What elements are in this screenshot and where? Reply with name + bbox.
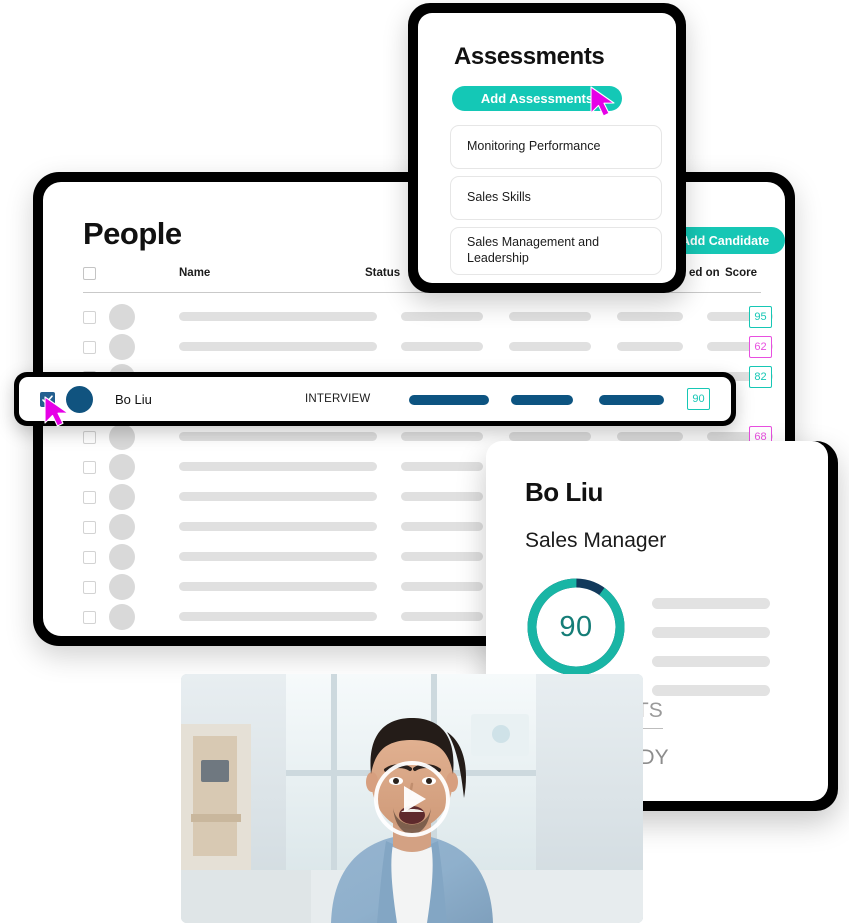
pointer-cursor-row-select bbox=[43, 395, 73, 434]
cell-placeholder-bar bbox=[617, 312, 683, 321]
avatar bbox=[109, 454, 135, 480]
cell-placeholder-bar bbox=[179, 492, 377, 501]
row-checkbox[interactable] bbox=[83, 461, 96, 474]
row-data-bar bbox=[599, 395, 664, 405]
row-checkbox[interactable] bbox=[83, 551, 96, 564]
cell-placeholder-bar bbox=[401, 522, 483, 531]
assessment-item-label: Monitoring Performance bbox=[467, 139, 601, 154]
cell-placeholder-bar bbox=[617, 432, 683, 441]
selected-row-frame: Bo Liu INTERVIEW 90 bbox=[14, 372, 736, 426]
cursor-arrow-icon bbox=[44, 396, 69, 427]
row-data-bar bbox=[409, 395, 489, 405]
cell-placeholder-bar bbox=[179, 582, 377, 591]
cell-placeholder-bar bbox=[509, 432, 591, 441]
row-checkbox[interactable] bbox=[83, 311, 96, 324]
cell-placeholder-bar bbox=[617, 342, 683, 351]
cell-placeholder-bar bbox=[401, 432, 483, 441]
cell-placeholder-bar bbox=[179, 462, 377, 471]
assessments-panel: Assessments Add Assessments Monitoring P… bbox=[418, 13, 676, 283]
cell-placeholder-bar bbox=[179, 522, 377, 531]
assessment-item-label: Sales Management and Leadership bbox=[467, 235, 600, 265]
row-candidate-name: Bo Liu bbox=[115, 392, 152, 407]
column-header-status[interactable]: Status bbox=[365, 267, 400, 279]
cell-placeholder-bar bbox=[179, 612, 377, 621]
cell-placeholder-bar bbox=[179, 432, 377, 441]
detail-placeholder-line bbox=[652, 656, 770, 667]
avatar bbox=[109, 514, 135, 540]
cell-placeholder-bar bbox=[401, 342, 483, 351]
assessment-item-2[interactable]: Sales Management and Leadership bbox=[450, 227, 662, 275]
score-badge[interactable]: 95 bbox=[749, 306, 772, 328]
cell-placeholder-bar bbox=[401, 462, 483, 471]
score-badge[interactable]: 62 bbox=[749, 336, 772, 358]
column-header-score[interactable]: Score bbox=[725, 267, 757, 279]
avatar bbox=[109, 484, 135, 510]
donut-score-value: 90 bbox=[559, 610, 593, 643]
column-header-name[interactable]: Name bbox=[179, 267, 210, 279]
play-icon[interactable] bbox=[374, 760, 450, 837]
detail-placeholder-line bbox=[652, 627, 770, 638]
cell-placeholder-bar bbox=[401, 492, 483, 501]
table-row-selected[interactable]: Bo Liu INTERVIEW 90 bbox=[19, 377, 731, 421]
row-checkbox[interactable] bbox=[83, 431, 96, 444]
assessment-item-0[interactable]: Monitoring Performance bbox=[450, 125, 662, 169]
table-row[interactable]: 95 bbox=[43, 302, 785, 332]
assessments-title: Assessments bbox=[454, 43, 605, 70]
cursor-arrow-icon bbox=[590, 86, 615, 117]
score-donut-chart: 90 bbox=[524, 575, 628, 679]
pointer-cursor-assessments bbox=[589, 85, 619, 124]
cell-placeholder-bar bbox=[509, 312, 591, 321]
cell-placeholder-bar bbox=[179, 342, 377, 351]
row-data-bar bbox=[511, 395, 573, 405]
avatar bbox=[109, 304, 135, 330]
detail-placeholder-line bbox=[652, 598, 770, 609]
score-badge[interactable]: 82 bbox=[749, 366, 772, 388]
avatar bbox=[109, 544, 135, 570]
column-header-updated_on[interactable]: ed on bbox=[689, 267, 720, 279]
row-checkbox[interactable] bbox=[83, 581, 96, 594]
cell-placeholder-bar bbox=[509, 342, 591, 351]
row-checkbox[interactable] bbox=[83, 611, 96, 624]
cell-placeholder-bar bbox=[401, 612, 483, 621]
assessment-item-label: Sales Skills bbox=[467, 190, 531, 205]
avatar bbox=[109, 334, 135, 360]
cell-placeholder-bar bbox=[179, 552, 377, 561]
row-checkbox[interactable] bbox=[83, 341, 96, 354]
interview-video-thumbnail[interactable] bbox=[181, 674, 643, 923]
table-row[interactable]: 62 bbox=[43, 332, 785, 362]
play-triangle bbox=[404, 785, 426, 812]
assessment-item-1[interactable]: Sales Skills bbox=[450, 176, 662, 220]
row-status-label: INTERVIEW bbox=[305, 393, 371, 405]
screenshot-stage: People Add Candidate Name Status ed on Scor… bbox=[0, 0, 849, 923]
cell-placeholder-bar bbox=[401, 552, 483, 561]
candidate-name: Bo Liu bbox=[525, 477, 603, 507]
avatar bbox=[109, 574, 135, 600]
assessments-panel-frame: Assessments Add Assessments Monitoring P… bbox=[408, 3, 686, 293]
avatar bbox=[109, 424, 135, 450]
avatar bbox=[109, 604, 135, 630]
cell-placeholder-bar bbox=[401, 582, 483, 591]
cell-placeholder-bar bbox=[401, 312, 483, 321]
page-title: People bbox=[83, 216, 182, 251]
row-score-badge[interactable]: 90 bbox=[687, 388, 710, 410]
row-checkbox[interactable] bbox=[83, 521, 96, 534]
detail-placeholder-line bbox=[652, 685, 770, 696]
candidate-role: Sales Manager bbox=[525, 529, 667, 552]
cell-placeholder-bar bbox=[179, 312, 377, 321]
row-checkbox[interactable] bbox=[83, 491, 96, 504]
